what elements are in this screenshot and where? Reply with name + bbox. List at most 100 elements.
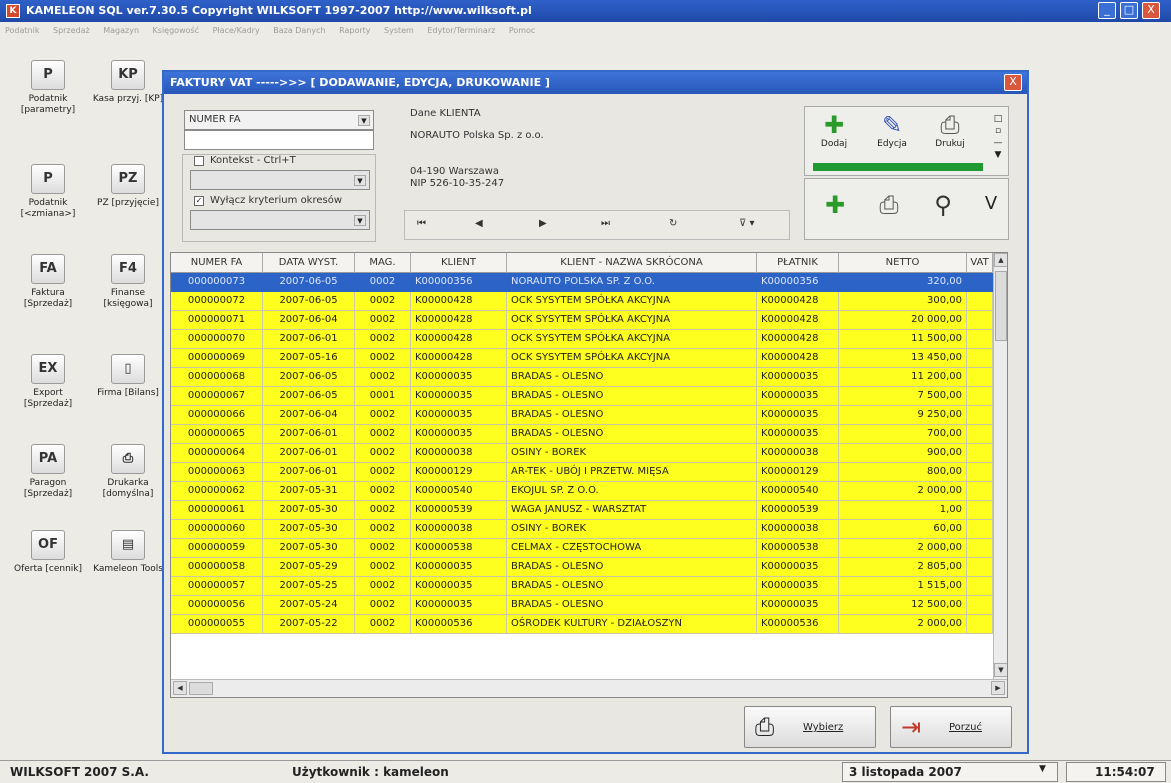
- period-checkbox[interactable]: ✓: [194, 196, 204, 206]
- chevron-down-icon[interactable]: ▼: [354, 215, 366, 226]
- menu-pomoc[interactable]: Pomoc: [509, 26, 536, 35]
- table-row[interactable]: 000000055 2007-05-22 0002 K00000536 OŚRODEK …: [171, 615, 993, 634]
- dialog-title-bar[interactable]: FAKTURY VAT ----->>> [ DODAWANIE, EDYCJA…: [164, 72, 1027, 94]
- search-binoculars-button[interactable]: ⚲: [923, 191, 963, 219]
- chevron-down-icon[interactable]: ▼: [358, 115, 370, 126]
- maximize-button[interactable]: □: [1120, 2, 1138, 19]
- select-button[interactable]: ⎙ Wybierz: [744, 706, 876, 748]
- launcher-drukarka[interactable]: ⎙ Drukarka [domyślna]: [88, 444, 168, 500]
- table-row[interactable]: 000000066 2007-06-04 0002 K00000035 BRADAS -…: [171, 406, 993, 425]
- vertical-scrollbar[interactable]: ▲ ▼: [993, 253, 1007, 679]
- add-plus-icon: ✚: [824, 191, 846, 219]
- toolbar-scroller[interactable]: □ ▫ — ▼: [991, 113, 1005, 167]
- menu-system[interactable]: System: [384, 26, 414, 35]
- edit-button[interactable]: ✎ Edycja: [869, 111, 915, 149]
- menu-bar: Podatnik Sprzedaż Magazyn Księgowość Pła…: [0, 22, 1171, 40]
- print-secondary-button[interactable]: ⎙: [869, 191, 909, 219]
- column-header[interactable]: KLIENT: [411, 253, 507, 273]
- table-cell: K00000538: [411, 539, 507, 558]
- prev-record-button[interactable]: ◀: [475, 218, 483, 229]
- menu-ksiegowosc[interactable]: Księgowość: [153, 26, 200, 35]
- launcher-paragon[interactable]: PA Paragon [Sprzedaż]: [8, 444, 88, 500]
- scroll-thumb[interactable]: [995, 271, 1007, 341]
- menu-magazyn[interactable]: Magazyn: [103, 26, 139, 35]
- table-row[interactable]: 000000072 2007-06-05 0002 K00000428 OCK SYSY…: [171, 292, 993, 311]
- next-record-button[interactable]: ▶: [539, 218, 547, 229]
- menu-baza-danych[interactable]: Baza Danych: [273, 26, 325, 35]
- launcher-kasa-kp[interactable]: KP Kasa przyj. [KP]: [88, 60, 168, 105]
- client-nip: NIP 526-10-35-247: [410, 178, 505, 189]
- context-combo[interactable]: ▼: [190, 170, 370, 190]
- context-checkbox[interactable]: [194, 156, 204, 166]
- launcher-faktura[interactable]: FA Faktura [Sprzedaż]: [8, 254, 88, 310]
- date-picker[interactable]: 3 listopada 2007 ▼: [842, 762, 1058, 782]
- last-record-button[interactable]: ⏭: [601, 218, 610, 229]
- horizontal-scrollbar[interactable]: ◀ ▶: [171, 679, 1007, 697]
- refresh-button[interactable]: ↻: [669, 218, 677, 229]
- scroll-down-icon[interactable]: ▼: [994, 663, 1007, 677]
- table-row[interactable]: 000000068 2007-06-05 0002 K00000035 BRADAS -…: [171, 368, 993, 387]
- add-secondary-button[interactable]: ✚: [815, 191, 855, 219]
- app-title-bar[interactable]: K KAMELEON SQL ver.7.30.5 Copyright WILK…: [0, 0, 1171, 22]
- close-button[interactable]: X: [1142, 2, 1160, 19]
- table-cell: 000000059: [171, 539, 263, 558]
- column-header[interactable]: KLIENT - NAZWA SKRÓCONA: [507, 253, 757, 273]
- search-input[interactable]: [184, 130, 374, 150]
- period-combo[interactable]: ▼: [190, 210, 370, 230]
- menu-edytor-terminarz[interactable]: Edytor/Terminarz: [427, 26, 495, 35]
- scroll-thumb[interactable]: [189, 682, 213, 695]
- chevron-down-icon[interactable]: ▼: [1039, 764, 1046, 774]
- menu-place-kadry[interactable]: Płace/Kadry: [213, 26, 260, 35]
- table-row[interactable]: 000000063 2007-06-01 0002 K00000129 AR-TEK -…: [171, 463, 993, 482]
- scroll-right-icon[interactable]: ▶: [991, 681, 1005, 695]
- menu-sprzedaz[interactable]: Sprzedaż: [53, 26, 90, 35]
- table-row[interactable]: 000000069 2007-05-16 0002 K00000428 OCK SYSY…: [171, 349, 993, 368]
- minimize-button[interactable]: _: [1098, 2, 1116, 19]
- launcher-podatnik-parametry[interactable]: P Podatnik [parametry]: [8, 60, 88, 116]
- launcher-pz[interactable]: PZ PZ [przyjęcie]: [88, 164, 168, 209]
- launcher-oferta[interactable]: OF Oferta [cennik]: [8, 530, 88, 575]
- column-header[interactable]: NETTO: [839, 253, 967, 273]
- column-header[interactable]: VAT: [967, 253, 993, 273]
- table-row[interactable]: 000000059 2007-05-30 0002 K00000538 CELMAX -…: [171, 539, 993, 558]
- table-row[interactable]: 000000062 2007-05-31 0002 K00000540 EKOJUL S…: [171, 482, 993, 501]
- launcher-podatnik-zmiana[interactable]: P Podatnik [<zmiana>]: [8, 164, 88, 220]
- table-row[interactable]: 000000070 2007-06-01 0002 K00000428 OCK SYSY…: [171, 330, 993, 349]
- print-button[interactable]: ⎙ Drukuj: [927, 111, 973, 149]
- add-button[interactable]: ✚ Dodaj: [811, 111, 857, 149]
- scroll-left-icon[interactable]: ◀: [173, 681, 187, 695]
- finance-icon: F4: [111, 254, 145, 284]
- table-row[interactable]: 000000058 2007-05-29 0002 K00000035 BRADAS -…: [171, 558, 993, 577]
- menu-raporty[interactable]: Raporty: [339, 26, 370, 35]
- menu-podatnik[interactable]: Podatnik: [5, 26, 39, 35]
- launcher-kameleon-tools[interactable]: ▤ Kameleon Tools: [88, 530, 168, 575]
- taxpayer-icon: P: [31, 60, 65, 90]
- launcher-firma-bilans[interactable]: ▯ Firma [Bilans]: [88, 354, 168, 399]
- v-button[interactable]: V: [977, 193, 1005, 214]
- column-header[interactable]: MAG.: [355, 253, 411, 273]
- launcher-finanse[interactable]: F4 Finanse [księgowa]: [88, 254, 168, 310]
- table-row[interactable]: 000000067 2007-06-05 0001 K00000035 BRADAS -…: [171, 387, 993, 406]
- table-header: NUMER FA DATA WYST. MAG. KLIENT KLIENT - NAZ…: [171, 253, 993, 273]
- dialog-close-button[interactable]: X: [1004, 74, 1022, 91]
- table-row[interactable]: 000000071 2007-06-04 0002 K00000428 OCK SYSY…: [171, 311, 993, 330]
- sort-combo[interactable]: NUMER FA ▼: [184, 110, 374, 130]
- printer-select-icon: ⎙: [755, 713, 775, 741]
- table-cell: K00000035: [757, 406, 839, 425]
- column-header[interactable]: PŁATNIK: [757, 253, 839, 273]
- launcher-export[interactable]: EX Export [Sprzedaż]: [8, 354, 88, 410]
- table-row[interactable]: 000000060 2007-05-30 0002 K00000038 OSINY - …: [171, 520, 993, 539]
- cancel-button[interactable]: ⇥ Porzuć: [890, 706, 1012, 748]
- table-row-selected[interactable]: 000000073 2007-06-05 0002 K00000356 NORAUTO …: [171, 273, 993, 292]
- table-row[interactable]: 000000061 2007-05-30 0002 K00000539 WAGA JAN…: [171, 501, 993, 520]
- first-record-button[interactable]: ⏮: [417, 218, 426, 229]
- scroll-up-icon[interactable]: ▲: [994, 253, 1007, 267]
- table-row[interactable]: 000000064 2007-06-01 0002 K00000038 OSINY - …: [171, 444, 993, 463]
- table-row[interactable]: 000000057 2007-05-25 0002 K00000035 BRADAS -…: [171, 577, 993, 596]
- table-row[interactable]: 000000056 2007-05-24 0002 K00000035 BRADAS -…: [171, 596, 993, 615]
- column-header[interactable]: NUMER FA: [171, 253, 263, 273]
- column-header[interactable]: DATA WYST.: [263, 253, 355, 273]
- chevron-down-icon[interactable]: ▼: [354, 175, 366, 186]
- filter-button[interactable]: ⊽ ▾: [739, 218, 755, 229]
- table-row[interactable]: 000000065 2007-06-01 0002 K00000035 BRADAS -…: [171, 425, 993, 444]
